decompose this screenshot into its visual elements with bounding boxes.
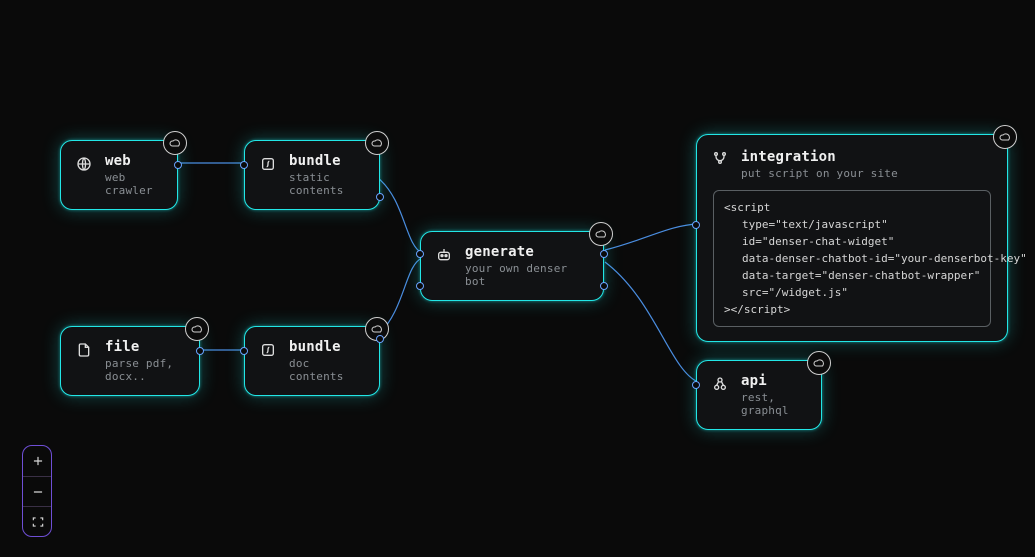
node-sub: rest, graphql <box>741 391 805 417</box>
fit-view-button[interactable] <box>23 506 52 536</box>
port-in[interactable] <box>416 282 424 290</box>
node-sub: static contents <box>289 171 363 197</box>
diagram-canvas[interactable]: web web crawler bundle static contents f… <box>0 0 1035 557</box>
port-out[interactable] <box>376 335 384 343</box>
node-web[interactable]: web web crawler <box>60 140 178 210</box>
port-out[interactable] <box>196 347 204 355</box>
node-sub: put script on your site <box>741 167 991 180</box>
node-title: file <box>105 339 183 355</box>
node-generate[interactable]: generate your own denser bot <box>420 231 604 301</box>
port-out[interactable] <box>600 250 608 258</box>
port-in[interactable] <box>240 347 248 355</box>
cloud-icon <box>589 222 613 246</box>
node-title: bundle <box>289 153 363 169</box>
function-icon <box>259 155 277 173</box>
merge-icon <box>711 149 729 167</box>
port-in[interactable] <box>240 161 248 169</box>
node-title: api <box>741 373 805 389</box>
node-file[interactable]: file parse pdf, docx.. <box>60 326 200 396</box>
code-snippet: <script type="text/javascript"id="denser… <box>713 190 991 327</box>
node-sub: your own denser bot <box>465 262 587 288</box>
webhook-icon <box>711 375 729 393</box>
cloud-icon <box>185 317 209 341</box>
globe-icon <box>75 155 93 173</box>
node-title: integration <box>741 149 991 165</box>
cloud-icon <box>365 131 389 155</box>
node-sub: doc contents <box>289 357 363 383</box>
node-bundle-doc[interactable]: bundle doc contents <box>244 326 380 396</box>
robot-icon <box>435 246 453 264</box>
node-api[interactable]: api rest, graphql <box>696 360 822 430</box>
node-title: web <box>105 153 161 169</box>
node-sub: parse pdf, docx.. <box>105 357 183 383</box>
port-in[interactable] <box>692 381 700 389</box>
zoom-in-button[interactable] <box>23 446 52 476</box>
node-sub: web crawler <box>105 171 161 197</box>
node-bundle-static[interactable]: bundle static contents <box>244 140 380 210</box>
port-in[interactable] <box>692 221 700 229</box>
port-out[interactable] <box>174 161 182 169</box>
function-icon <box>259 341 277 359</box>
cloud-icon <box>993 125 1017 149</box>
node-title: generate <box>465 244 587 260</box>
node-integration[interactable]: integration put script on your site <scr… <box>696 134 1008 342</box>
file-icon <box>75 341 93 359</box>
node-title: bundle <box>289 339 363 355</box>
cloud-icon <box>807 351 831 375</box>
port-in[interactable] <box>416 250 424 258</box>
port-out[interactable] <box>600 282 608 290</box>
zoom-controls <box>22 445 52 537</box>
zoom-out-button[interactable] <box>23 476 52 506</box>
port-out[interactable] <box>376 193 384 201</box>
cloud-icon <box>163 131 187 155</box>
